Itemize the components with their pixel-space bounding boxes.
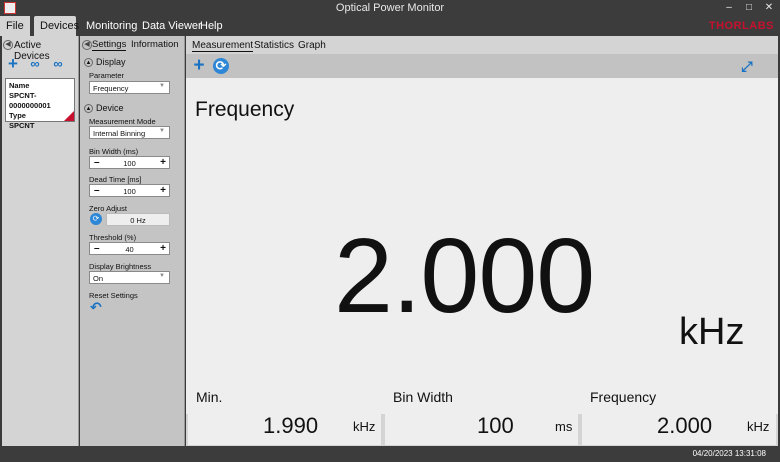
device-status-marker — [64, 111, 74, 121]
display-brightness-label: Display Brightness — [89, 262, 152, 271]
parameter-select[interactable]: Frequency ▼ — [89, 81, 170, 94]
window-title: Optical Power Monitor — [335, 2, 445, 14]
device-card[interactable]: Name SPCNT-0000000001 Type SPCNT — [5, 78, 75, 130]
threshold-label: Threshold (%) — [89, 233, 137, 242]
status-datetime: 04/20/2023 13:31:08 — [692, 449, 766, 458]
parameter-label: Parameter — [89, 71, 125, 80]
active-devices-header: Active Devices — [14, 40, 50, 62]
minimize-icon[interactable]: – — [722, 1, 736, 14]
menu-monitoring[interactable]: Monitoring — [80, 16, 143, 36]
increment-button[interactable]: + — [160, 243, 166, 254]
menu-file[interactable]: File — [0, 16, 30, 36]
measurement-value: 2.000 — [334, 217, 595, 335]
refresh-icon[interactable]: ⟳ — [213, 58, 229, 74]
parameter-title: Frequency — [195, 98, 295, 121]
chevron-down-icon: ▼ — [159, 273, 165, 279]
menu-bar: File Devices Monitoring Data Viewer Help… — [0, 16, 780, 36]
status-bar: 04/20/2023 13:31:08 — [0, 446, 780, 462]
increment-button[interactable]: + — [160, 157, 166, 168]
stat-title: Bin Width — [393, 389, 453, 405]
stat-min: Min. 1.990 kHz — [188, 381, 381, 445]
brand-logo: THORLABS — [708, 20, 774, 32]
zero-adjust-button[interactable]: ⟳ — [90, 213, 102, 225]
measurement-mode-label: Measurement Mode — [89, 117, 156, 126]
zero-adjust-value: 0 Hz — [106, 213, 170, 226]
measurement-toolbar: + ⟳ ⤢ — [186, 54, 778, 78]
maximize-icon[interactable]: □ — [742, 1, 756, 14]
measurement-mode-select[interactable]: Internal Binning ▼ — [89, 126, 170, 139]
active-devices-panel: ◀ Active Devices + ∞ ∞ Name SPCNT-000000… — [2, 36, 79, 446]
tab-measurement[interactable]: Measurement — [192, 40, 254, 52]
fullscreen-icon[interactable]: ⤢ — [738, 57, 756, 75]
threshold-stepper[interactable]: – 40 + — [89, 242, 170, 255]
device-section[interactable]: ▲ Device — [84, 103, 124, 114]
stat-unit: ms — [555, 419, 573, 434]
stat-title: Min. — [196, 389, 223, 405]
chevron-down-icon: ▼ — [159, 128, 165, 134]
display-brightness-select[interactable]: On ▼ — [89, 271, 170, 284]
collapse-left-icon[interactable]: ◀ — [3, 40, 13, 50]
measurement-unit: kHz — [679, 311, 745, 353]
main-area: Measurement Statistics Graph + ⟳ ⤢ Frequ… — [186, 36, 778, 446]
stat-title: Frequency — [590, 389, 657, 405]
menu-devices[interactable]: Devices — [34, 16, 79, 36]
collapse-settings-icon[interactable]: ◀ — [82, 40, 92, 50]
reset-icon[interactable]: ↶ — [90, 300, 104, 314]
tab-graph[interactable]: Graph — [298, 40, 326, 51]
stat-unit: kHz — [353, 419, 376, 434]
device-type: SPCNT — [9, 121, 35, 130]
stat-value: 2.000 — [657, 413, 713, 438]
bin-width-stepper[interactable]: – 100 + — [89, 156, 170, 169]
device-name: SPCNT-0000000001 — [9, 91, 51, 110]
add-icon[interactable]: + — [190, 56, 208, 75]
tab-statistics[interactable]: Statistics — [254, 40, 294, 51]
settings-panel: ◀ Settings Information ▲ Display Paramete… — [80, 36, 185, 446]
tab-information[interactable]: Information — [131, 39, 179, 50]
increment-button[interactable]: + — [160, 185, 166, 196]
bin-width-label: Bin Width (ms) — [89, 147, 139, 156]
chevron-down-icon: ▼ — [159, 83, 165, 89]
add-device-icon[interactable]: + — [5, 55, 21, 72]
device-name-label: Name — [9, 81, 30, 90]
zero-adjust-label: Zero Adjust — [89, 204, 127, 213]
stat-value: 100 — [477, 413, 514, 438]
title-bar: Optical Power Monitor – □ ✕ — [0, 0, 780, 16]
display-section[interactable]: ▲ Display — [84, 57, 126, 68]
dead-time-stepper[interactable]: – 100 + — [89, 184, 170, 197]
tab-settings[interactable]: Settings — [92, 39, 127, 51]
measurement-display: Frequency 2.000 kHz — [186, 78, 778, 414]
close-icon[interactable]: ✕ — [762, 1, 776, 14]
stat-unit: kHz — [747, 419, 770, 434]
stat-bin-width: Bin Width 100 ms — [385, 381, 578, 445]
menu-help[interactable]: Help — [194, 16, 229, 36]
stat-value: 1.990 — [263, 413, 319, 438]
connect-icon[interactable]: ∞ — [27, 56, 43, 72]
chevron-up-icon: ▲ — [84, 58, 93, 68]
dead-time-label: Dead Time [ms] — [89, 175, 142, 184]
stat-frequency: Frequency 2.000 kHz — [582, 381, 776, 445]
chevron-up-icon: ▲ — [84, 104, 93, 114]
device-type-label: Type — [9, 111, 26, 120]
link-icon[interactable]: ∞ — [50, 56, 66, 72]
